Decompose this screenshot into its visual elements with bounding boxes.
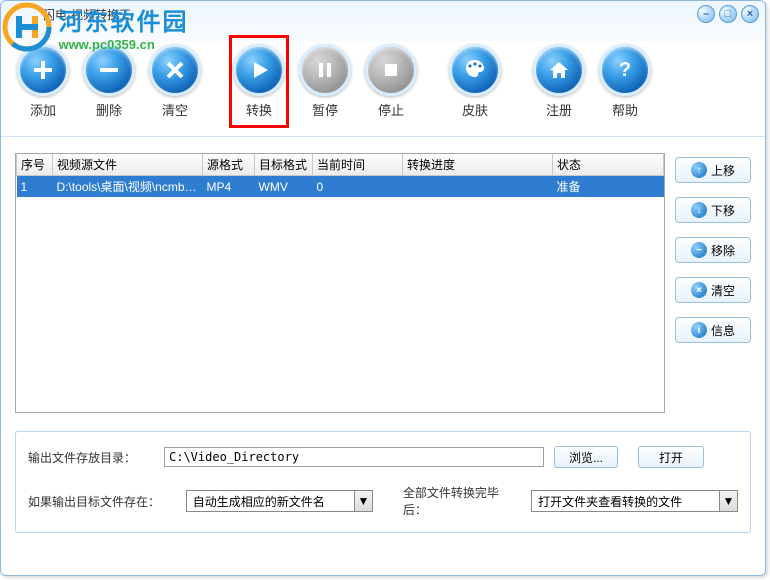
add-label: 添加 [30, 100, 56, 119]
after-label: 全部文件转换完毕后： [403, 484, 521, 518]
clear-side-label: 清空 [711, 282, 735, 299]
arrow-up-icon: ↑ [691, 162, 707, 178]
stop-label: 停止 [378, 100, 404, 119]
window-title: 闪电·视频转换王 [43, 6, 131, 23]
convert-label: 转换 [246, 100, 272, 119]
chevron-down-icon: ▼ [719, 491, 737, 511]
pause-button[interactable]: 暂停 [295, 44, 355, 119]
x-icon [149, 44, 201, 96]
move-up-button[interactable]: ↑上移 [675, 157, 751, 183]
minus-small-icon: − [691, 242, 707, 258]
maximize-button[interactable]: □ [719, 5, 737, 23]
minimize-button[interactable]: – [697, 5, 715, 23]
chevron-down-icon: ▼ [354, 491, 372, 511]
convert-button[interactable]: 转换 [229, 35, 289, 128]
plus-icon [17, 44, 69, 96]
titlebar: 闪电·视频转换王 – □ × [1, 1, 765, 27]
col-curtime[interactable]: 当前时间 [313, 154, 403, 176]
skin-icon [449, 44, 501, 96]
outdir-label: 输出文件存放目录： [28, 449, 154, 466]
col-status[interactable]: 状态 [553, 154, 664, 176]
main-toolbar: 添加 删除 清空 转换 暂停 停止 皮肤 注册 [1, 27, 765, 137]
skin-label: 皮肤 [462, 100, 488, 119]
delete-label: 删除 [96, 100, 122, 119]
open-button[interactable]: 打开 [638, 446, 704, 468]
cell-index: 1 [17, 176, 53, 198]
after-value: 打开文件夹查看转换的文件 [532, 493, 719, 510]
minus-icon [83, 44, 135, 96]
clear-button[interactable]: 清空 [145, 44, 205, 119]
play-icon [233, 44, 285, 96]
pause-icon [299, 44, 351, 96]
col-dstfmt[interactable]: 目标格式 [255, 154, 313, 176]
clear-label: 清空 [162, 100, 188, 119]
side-buttons: ↑上移 ↓下移 −移除 ×清空 i信息 [675, 153, 751, 413]
arrow-down-icon: ↓ [691, 202, 707, 218]
help-button[interactable]: ? 帮助 [595, 44, 655, 119]
x-small-icon: × [691, 282, 707, 298]
question-icon: ? [599, 44, 651, 96]
register-label: 注册 [546, 100, 572, 119]
app-window: 闪电·视频转换王 – □ × 添加 删除 清空 转换 暂停 停 [0, 0, 766, 576]
move-down-button[interactable]: ↓下移 [675, 197, 751, 223]
outdir-input[interactable] [164, 447, 544, 467]
cell-srcfmt: MP4 [203, 176, 255, 198]
close-button[interactable]: × [741, 5, 759, 23]
cell-source: D:\tools\桌面\视频\ncmbd... [53, 176, 203, 198]
info-button[interactable]: i信息 [675, 317, 751, 343]
register-button[interactable]: 注册 [529, 44, 589, 119]
exists-combo[interactable]: 自动生成相应的新文件名 ▼ [186, 490, 373, 512]
remove-label: 移除 [711, 242, 735, 259]
cell-status: 准备 [553, 176, 664, 198]
delete-button[interactable]: 删除 [79, 44, 139, 119]
skin-button[interactable]: 皮肤 [445, 44, 505, 119]
table-header-row: 序号 视频源文件 源格式 目标格式 当前时间 转换进度 状态 [17, 154, 664, 176]
exists-label: 如果输出目标文件存在： [28, 493, 176, 510]
col-source[interactable]: 视频源文件 [53, 154, 203, 176]
stop-button[interactable]: 停止 [361, 44, 421, 119]
info-label: 信息 [711, 322, 735, 339]
col-srcfmt[interactable]: 源格式 [203, 154, 255, 176]
info-icon: i [691, 322, 707, 338]
col-progress[interactable]: 转换进度 [403, 154, 553, 176]
file-table[interactable]: 序号 视频源文件 源格式 目标格式 当前时间 转换进度 状态 1 D:\tool… [15, 153, 665, 413]
col-index[interactable]: 序号 [17, 154, 53, 176]
svg-text:?: ? [619, 59, 631, 81]
move-down-label: 下移 [711, 202, 735, 219]
stop-icon [365, 44, 417, 96]
after-combo[interactable]: 打开文件夹查看转换的文件 ▼ [531, 490, 738, 512]
move-up-label: 上移 [711, 162, 735, 179]
home-icon [533, 44, 585, 96]
table-row[interactable]: 1 D:\tools\桌面\视频\ncmbd... MP4 WMV 0 准备 [17, 176, 664, 198]
pause-label: 暂停 [312, 100, 338, 119]
clear-side-button[interactable]: ×清空 [675, 277, 751, 303]
help-label: 帮助 [612, 100, 638, 119]
output-panel: 输出文件存放目录： 浏览... 打开 如果输出目标文件存在： 自动生成相应的新文… [15, 431, 751, 533]
add-button[interactable]: 添加 [13, 44, 73, 119]
exists-value: 自动生成相应的新文件名 [187, 493, 354, 510]
browse-button[interactable]: 浏览... [554, 446, 618, 468]
cell-progress [403, 176, 553, 198]
cell-dstfmt: WMV [255, 176, 313, 198]
cell-curtime: 0 [313, 176, 403, 198]
remove-button[interactable]: −移除 [675, 237, 751, 263]
